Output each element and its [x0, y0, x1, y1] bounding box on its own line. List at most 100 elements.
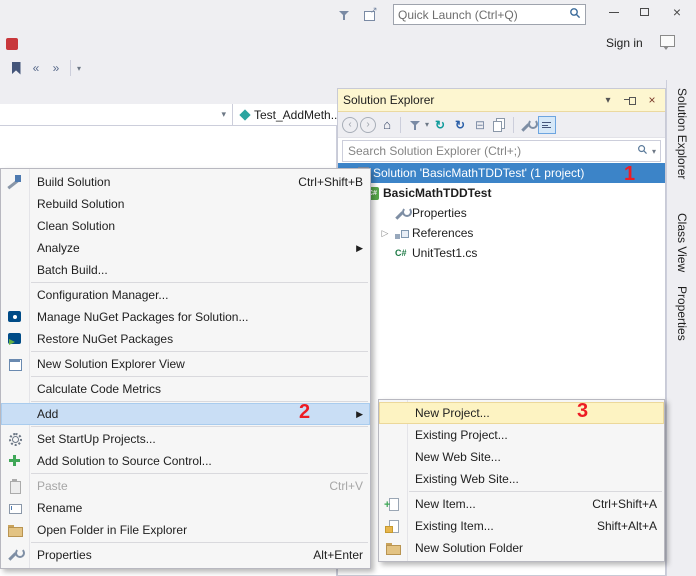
filter-chevron-icon[interactable]: ▾ [425, 120, 429, 129]
menu-item-label: Clean Solution [37, 219, 116, 233]
menu-item-clean-solution[interactable]: Clean Solution [1, 215, 370, 237]
menu-item-analyze[interactable]: Analyze ▶ [1, 237, 370, 259]
pin-icon[interactable] [622, 92, 638, 108]
menu-item-existing-web-site[interactable]: Existing Web Site... [379, 468, 664, 490]
refresh-icon[interactable]: ↻ [451, 116, 469, 134]
editor-type-dropdown[interactable]: ▾ [0, 104, 233, 126]
copy-properties-icon[interactable] [491, 116, 509, 134]
send-feedback-icon[interactable] [362, 5, 378, 21]
menu-item-shortcut: Ctrl+Shift+B [298, 175, 363, 189]
tree-item-properties[interactable]: Properties [338, 203, 665, 223]
solution-explorer-search-input[interactable] [343, 144, 633, 158]
tab-class-view[interactable]: Class View [675, 213, 689, 272]
menu-item-rename[interactable]: Rename [1, 497, 370, 519]
home-icon[interactable]: ⌂ [378, 116, 396, 134]
maximize-button[interactable] [630, 0, 658, 24]
tree-item-label: Properties [412, 206, 467, 220]
solution-explorer-search-box[interactable]: ▾ [342, 140, 661, 162]
solution-explorer-toolbar: ‹ › ⌂ ▾ ↻ ↻ ⊟ [338, 112, 665, 138]
forward-icon[interactable]: › [360, 116, 376, 133]
feedback-icon[interactable] [660, 35, 675, 50]
menu-item-label: Paste [37, 479, 68, 493]
menu-item-manage-nuget-packages[interactable]: Manage NuGet Packages for Solution... [1, 306, 370, 328]
editor-member-dropdown[interactable]: Test_AddMeth... [233, 104, 337, 126]
menu-item-new-solution-folder[interactable]: New Solution Folder [379, 537, 664, 559]
panel-title: Solution Explorer [343, 93, 435, 107]
menu-item-set-startup-projects[interactable]: Set StartUp Projects... [1, 428, 370, 450]
menu-item-shortcut: Shift+Alt+A [596, 519, 657, 533]
standard-toolbar: « » ▾ [0, 56, 330, 80]
add-submenu: New Project... Existing Project... New W… [378, 399, 665, 562]
collapse-all-icon[interactable]: ⊟ [471, 116, 489, 134]
close-panel-icon[interactable]: × [644, 92, 660, 108]
tree-item-project[interactable]: ◢ BasicMathTDDTest [338, 183, 665, 203]
menu-item-label: Analyze [37, 241, 80, 255]
menu-item-add-solution-to-source-control[interactable]: Add Solution to Source Control... [1, 450, 370, 472]
menu-separator [31, 351, 368, 352]
menu-item-label: Set StartUp Projects... [37, 432, 156, 446]
menu-item-label: Batch Build... [37, 263, 108, 277]
method-icon [239, 108, 251, 121]
menu-item-add[interactable]: Add ▶ [1, 403, 370, 425]
properties-wrench-icon[interactable] [518, 116, 539, 134]
menu-item-label: New Solution Folder [415, 541, 524, 555]
menu-item-label: Open Folder in File Explorer [37, 523, 188, 537]
menu-item-open-folder-in-file-explorer[interactable]: Open Folder in File Explorer [1, 519, 370, 541]
quick-launch-input[interactable] [394, 7, 569, 22]
sign-in-link[interactable]: Sign in [606, 36, 643, 50]
tree-item-solution[interactable]: ◢ Solution 'BasicMathTDDTest' (1 project… [338, 163, 665, 183]
next-bookmark-icon[interactable]: » [48, 59, 64, 77]
menu-item-label: New Project... [415, 406, 490, 420]
tab-solution-explorer[interactable]: Solution Explorer [675, 88, 689, 179]
menu-item-label: Properties [37, 548, 92, 562]
menu-item-new-solution-explorer-view[interactable]: New Solution Explorer View [1, 353, 370, 375]
tree-item-unittest-file[interactable]: UnitTest1.cs [338, 243, 665, 263]
preview-selected-items-toggle[interactable] [538, 115, 557, 134]
menu-item-label: Add Solution to Source Control... [37, 454, 212, 468]
bookmark-icon[interactable] [8, 59, 24, 77]
expander-icon[interactable]: ▷ [379, 228, 391, 239]
search-options-chevron-icon[interactable]: ▾ [652, 147, 656, 156]
menu-item-build-solution[interactable]: Build Solution Ctrl+Shift+B [1, 171, 370, 193]
menu-item-batch-build[interactable]: Batch Build... [1, 259, 370, 281]
minimize-button[interactable] [600, 0, 628, 24]
sync-with-active-document-icon[interactable]: ↻ [431, 116, 449, 134]
folder-icon [385, 540, 401, 555]
menu-item-properties[interactable]: Properties Alt+Enter [1, 544, 370, 566]
menu-item-calculate-code-metrics[interactable]: Calculate Code Metrics [1, 378, 370, 400]
previous-bookmark-icon[interactable]: « [28, 59, 44, 77]
filter-icon[interactable] [337, 8, 352, 23]
menu-item-shortcut: Alt+Enter [313, 548, 363, 562]
menu-item-existing-project[interactable]: Existing Project... [379, 424, 664, 446]
window-position-chevron-icon[interactable]: ▾ [600, 92, 616, 108]
menu-item-configuration-manager[interactable]: Configuration Manager... [1, 284, 370, 306]
menu-item-new-project[interactable]: New Project... [379, 402, 664, 424]
menu-separator [31, 426, 368, 427]
menu-item-label: New Solution Explorer View [37, 357, 185, 371]
menu-separator [31, 376, 368, 377]
tree-item-references[interactable]: ▷ References [338, 223, 665, 243]
notification-icon[interactable] [6, 38, 18, 50]
menu-item-restore-nuget-packages[interactable]: Restore NuGet Packages [1, 328, 370, 350]
menu-item-label: New Item... [415, 497, 476, 511]
submenu-arrow-icon: ▶ [356, 242, 363, 253]
references-icon [394, 226, 409, 241]
menu-item-existing-item[interactable]: Existing Item... Shift+Alt+A [379, 515, 664, 537]
close-button[interactable]: × [660, 0, 694, 24]
menu-item-new-web-site[interactable]: New Web Site... [379, 446, 664, 468]
tree-item-label: References [412, 226, 474, 240]
menu-item-rebuild-solution[interactable]: Rebuild Solution [1, 193, 370, 215]
filter-dropdown-icon[interactable] [405, 116, 423, 134]
menu-item-new-item[interactable]: New Item... Ctrl+Shift+A [379, 493, 664, 515]
quick-launch-box[interactable] [393, 4, 586, 25]
back-icon[interactable]: ‹ [342, 116, 358, 133]
menu-item-label: Existing Item... [415, 519, 494, 533]
menu-separator [31, 473, 368, 474]
solution-explorer-header[interactable]: Solution Explorer ▾ × [338, 89, 665, 112]
visual-studio-window: × Sign in « » ▾ ▾ Test_AddMeth... Soluti… [0, 0, 696, 576]
nuget-restore-icon [7, 331, 22, 346]
tab-properties[interactable]: Properties [675, 286, 689, 341]
menu-item-paste[interactable]: Paste Ctrl+V [1, 475, 370, 497]
toolbar-options-chevron-icon[interactable]: ▾ [77, 64, 81, 73]
paste-icon [7, 478, 22, 494]
